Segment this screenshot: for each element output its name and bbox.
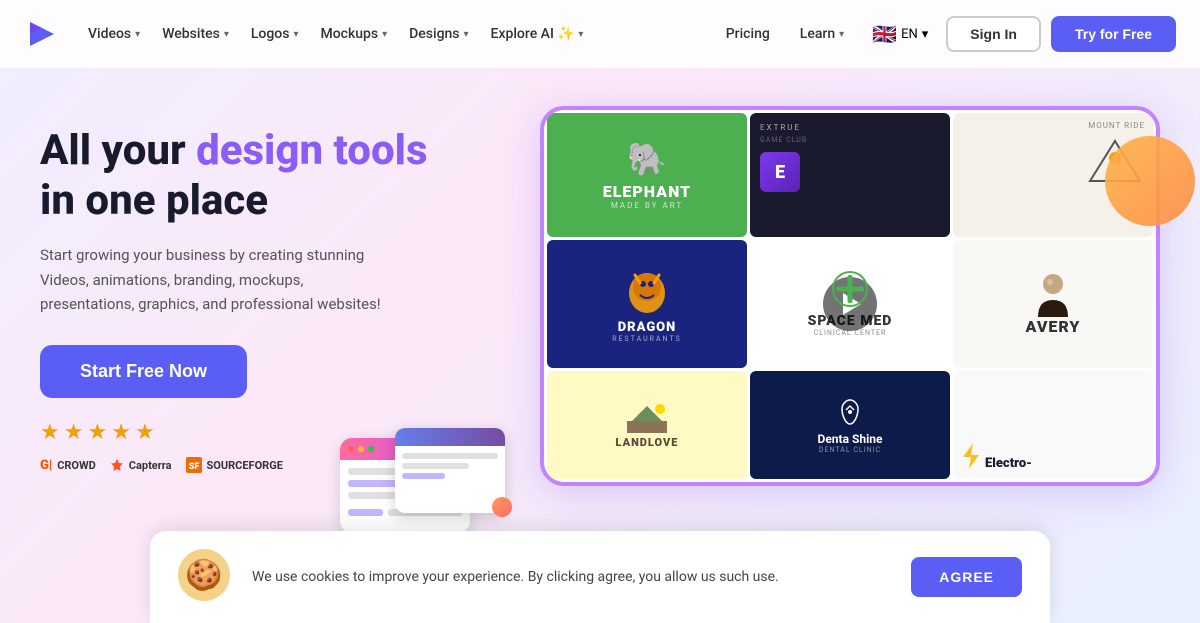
nav-item-pricing[interactable]: Pricing	[716, 20, 780, 48]
bolt-icon	[961, 441, 981, 471]
start-free-button[interactable]: Start Free Now	[40, 345, 247, 398]
capterra-badge: Capterra	[110, 458, 172, 472]
logo-cell-dragon: DRAGON RESTAURANTS	[547, 240, 747, 368]
logo-cell-avery: AVERY	[953, 240, 1153, 368]
chevron-down-icon: ▾	[224, 29, 229, 40]
avery-figure-icon	[1028, 272, 1078, 317]
nav-item-videos[interactable]: Videos ▾	[78, 20, 150, 48]
web-card-front	[395, 428, 505, 513]
capterra-icon	[110, 458, 124, 472]
dental-icon	[834, 396, 866, 428]
nav-item-mockups[interactable]: Mockups ▾	[310, 20, 397, 48]
chevron-down-icon: ▾	[382, 29, 387, 40]
orange-blob	[1105, 136, 1195, 226]
nav-item-learn[interactable]: Learn ▾	[790, 20, 854, 48]
dragon-icon	[620, 265, 675, 320]
hero-title: All your design tools in one place	[40, 126, 460, 227]
star-1: ★	[40, 420, 60, 445]
cookie-icon: 🍪	[178, 549, 234, 605]
chevron-down-icon: ▾	[922, 27, 929, 42]
landlove-icon	[622, 401, 672, 436]
navbar: Videos ▾ Websites ▾ Logos ▾ Mockups ▾ De…	[0, 0, 1200, 68]
signin-button[interactable]: Sign In	[946, 16, 1041, 52]
star-3: ★	[87, 420, 107, 445]
nav-right: Pricing Learn ▾ 🇬🇧 EN ▾ Sign In Try for …	[716, 16, 1176, 52]
try-free-button[interactable]: Try for Free	[1051, 16, 1176, 52]
nav-item-logos[interactable]: Logos ▾	[241, 20, 309, 48]
ai-star-icon: ✨	[557, 26, 574, 42]
chevron-down-icon: ▾	[135, 29, 140, 40]
decoration-dot	[492, 497, 512, 517]
star-5: ★	[135, 420, 155, 445]
hero-description: Start growing your business by creating …	[40, 243, 400, 317]
chevron-down-icon: ▾	[293, 29, 298, 40]
logo-cell-spacemed[interactable]: SPACE MED CLINICAL CENTER	[750, 240, 950, 368]
logo-cell-electro: Electro-	[953, 371, 1153, 479]
chevron-down-icon: ▾	[578, 29, 583, 40]
web-illustration	[340, 403, 510, 533]
flag-icon: 🇬🇧	[872, 22, 897, 46]
sourceforge-badge: SF SOURCEFORGE	[186, 457, 283, 473]
logo-cell-dentashine: Denta Shine DENTAL CLINIC	[750, 371, 950, 479]
svg-text:SF: SF	[188, 462, 199, 472]
nav-links: Videos ▾ Websites ▾ Logos ▾ Mockups ▾ De…	[78, 20, 716, 48]
chevron-down-icon: ▾	[839, 29, 844, 40]
logo-cell-elephant: 🐘 ELEPHANT MADE BY ART	[547, 113, 747, 237]
cookie-banner: 🍪 We use cookies to improve your experie…	[150, 531, 1050, 623]
logo-cell-extrue: EXTRUE GAME CLUB E	[750, 113, 950, 237]
logo-cell-landlove: LANDLOVE	[547, 371, 747, 479]
language-selector[interactable]: 🇬🇧 EN ▾	[864, 16, 936, 52]
agree-button[interactable]: AGREE	[911, 557, 1022, 597]
star-2: ★	[64, 420, 84, 445]
hero-right: 🐘 ELEPHANT MADE BY ART EXTRUE GAME CLUB …	[480, 116, 1160, 486]
crowd-badge: G| CROWD	[40, 458, 96, 473]
nav-item-websites[interactable]: Websites ▾	[152, 20, 239, 48]
chevron-down-icon: ▾	[464, 29, 469, 40]
cookie-emoji: 🍪	[178, 549, 230, 601]
logo-panel: 🐘 ELEPHANT MADE BY ART EXTRUE GAME CLUB …	[540, 106, 1160, 486]
sourceforge-icon: SF	[186, 457, 202, 473]
star-4: ★	[111, 420, 131, 445]
hero-section: All your design tools in one place Start…	[0, 68, 1200, 553]
logo[interactable]	[24, 16, 60, 52]
nav-item-designs[interactable]: Designs ▾	[399, 20, 478, 48]
logo-grid: 🐘 ELEPHANT MADE BY ART EXTRUE GAME CLUB …	[540, 106, 1160, 486]
cookie-message: We use cookies to improve your experienc…	[252, 567, 893, 588]
nav-item-explore-ai[interactable]: Explore AI ✨ ▾	[481, 20, 594, 48]
